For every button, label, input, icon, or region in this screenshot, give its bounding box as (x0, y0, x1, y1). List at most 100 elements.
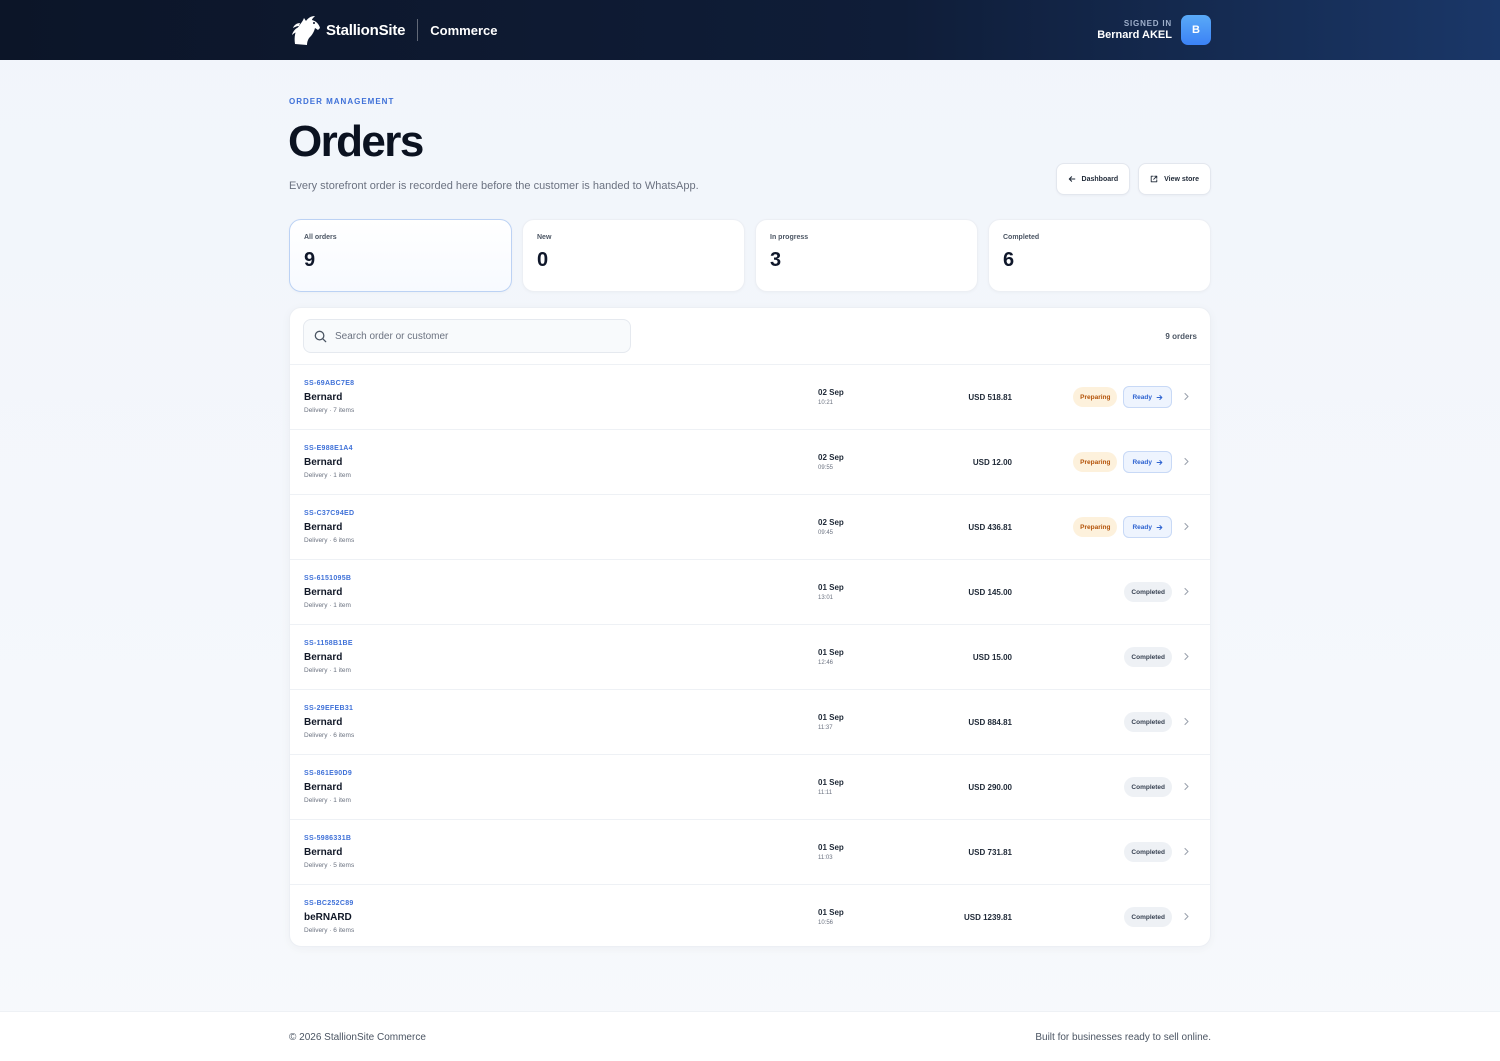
footer-copyright: © 2026 StallionSite Commerce (289, 1032, 426, 1043)
arrow-left-icon (1068, 176, 1075, 182)
order-time: 11:37 (818, 725, 833, 731)
stat-value: 0 (537, 249, 549, 271)
order-time: 13:01 (818, 595, 834, 601)
row-actions: Completed (1124, 841, 1172, 863)
row-actions: Completed (1124, 776, 1172, 798)
signed-in-caption: SIGNED IN (1123, 18, 1172, 28)
row-actions: Completed (1124, 646, 1172, 668)
mark-ready-button[interactable]: Ready (1123, 386, 1172, 408)
external-link-icon (1150, 175, 1158, 183)
search-box[interactable] (303, 319, 631, 353)
mark-ready-button[interactable]: Ready (1123, 451, 1172, 473)
order-time: 10:21 (818, 400, 834, 406)
row-actions: Preparing Ready (1073, 386, 1172, 408)
search-input[interactable] (335, 330, 615, 342)
table-row[interactable]: SS-BC252C89 beRNARD Delivery · 6 items 01 S… (290, 884, 1210, 946)
table-row[interactable]: SS-1158B1BE Bernard Delivery · 1 item 01 Se… (290, 624, 1210, 689)
view-store-button[interactable]: View store (1138, 163, 1211, 195)
order-time: 11:11 (818, 790, 833, 796)
stat-value: 6 (1003, 249, 1015, 271)
order-id[interactable]: SS-E988E1A4 (304, 445, 353, 452)
order-meta: Delivery · 1 item (304, 602, 351, 609)
table-row[interactable]: SS-C37C94ED Bernard Delivery · 6 items 02 S… (290, 494, 1210, 559)
chevron-right-icon[interactable] (1183, 652, 1190, 661)
customer-name: Bernard (304, 717, 343, 728)
order-date: 01 Sep (818, 908, 844, 917)
order-id[interactable]: SS-861E90D9 (304, 770, 352, 777)
customer-name: Bernard (304, 392, 343, 403)
dashboard-button[interactable]: Dashboard (1055, 163, 1131, 195)
order-id[interactable]: SS-1158B1BE (304, 640, 353, 647)
footer: © 2026 StallionSite Commerce Built for b… (0, 1011, 1500, 1061)
view-store-button-label: View store (1164, 175, 1199, 183)
footer-tagline: Built for businesses ready to sell onlin… (1035, 1032, 1211, 1043)
chevron-right-icon[interactable] (1183, 717, 1190, 726)
order-id[interactable]: SS-29EFEB31 (304, 705, 353, 712)
status-badge: Preparing (1073, 517, 1118, 537)
mark-ready-button[interactable]: Ready (1123, 516, 1172, 538)
stat-all-orders[interactable]: All orders 9 (289, 219, 512, 292)
table-row[interactable]: SS-5986331B Bernard Delivery · 5 items 01 S… (290, 819, 1210, 884)
order-meta: Delivery · 6 items (304, 927, 355, 934)
arrow-right-icon (1156, 459, 1163, 465)
avatar[interactable]: B (1181, 15, 1211, 45)
top-bar: StallionSite Commerce SIGNED IN Bernard … (0, 0, 1500, 60)
stat-completed[interactable]: Completed 6 (988, 219, 1211, 292)
user-name: Bernard AKEL (1097, 28, 1172, 41)
order-date: 02 Sep (818, 388, 844, 397)
order-count: 9 orders (1165, 332, 1197, 341)
table-row[interactable]: SS-29EFEB31 Bernard Delivery · 6 items 01 S… (290, 689, 1210, 754)
chevron-right-icon[interactable] (1183, 782, 1190, 791)
chevron-right-icon[interactable] (1183, 587, 1190, 596)
chevron-right-icon[interactable] (1183, 522, 1190, 531)
user-info: SIGNED IN Bernard AKEL (1097, 19, 1172, 42)
order-date: 02 Sep (818, 518, 844, 527)
order-id[interactable]: SS-5986331B (304, 835, 351, 842)
chevron-right-icon[interactable] (1183, 392, 1190, 401)
stat-in-progress[interactable]: In progress 3 (755, 219, 978, 292)
stat-label: All orders (304, 234, 337, 241)
brand-name: StallionSite (326, 21, 406, 39)
arrow-right-icon (1156, 394, 1163, 400)
status-badge: Completed (1124, 582, 1172, 602)
table-row[interactable]: SS-E988E1A4 Bernard Delivery · 1 item 02 Se… (290, 429, 1210, 494)
order-meta: Delivery · 6 items (304, 537, 355, 544)
ready-button-label: Ready (1132, 393, 1152, 401)
brand[interactable]: StallionSite Commerce (289, 12, 497, 48)
order-list: SS-69ABC7E8 Bernard Delivery · 7 items 02 S… (290, 364, 1210, 946)
table-row[interactable]: SS-861E90D9 Bernard Delivery · 1 item 01 Se… (290, 754, 1210, 819)
order-id[interactable]: SS-C37C94ED (304, 510, 354, 517)
customer-name: Bernard (304, 782, 343, 793)
brand-product: Commerce (430, 22, 498, 38)
order-time: 10:56 (818, 920, 834, 926)
order-stats: All orders 9 New 0 In progress 3 Complet… (289, 219, 1211, 292)
order-meta: Delivery · 1 item (304, 667, 351, 674)
order-date: 01 Sep (818, 583, 844, 592)
chevron-right-icon[interactable] (1183, 912, 1190, 921)
order-id[interactable]: SS-BC252C89 (304, 900, 354, 907)
stat-value: 9 (304, 249, 316, 271)
order-id[interactable]: SS-69ABC7E8 (304, 380, 354, 387)
order-amount: USD 884.81 (968, 718, 1012, 727)
stat-label: New (537, 234, 552, 241)
customer-name: Bernard (304, 457, 343, 468)
header-actions: Dashboard View store (1055, 163, 1211, 195)
dashboard-button-label: Dashboard (1081, 175, 1119, 183)
stat-label: In progress (770, 234, 809, 241)
user-menu[interactable]: SIGNED IN Bernard AKEL B (1097, 14, 1211, 46)
brand-divider (417, 19, 419, 41)
row-actions: Preparing Ready (1073, 516, 1172, 538)
chevron-right-icon[interactable] (1183, 847, 1190, 856)
order-amount: USD 731.81 (968, 848, 1012, 857)
row-actions: Completed (1124, 711, 1172, 733)
order-time: 11:03 (818, 855, 833, 861)
stat-new[interactable]: New 0 (522, 219, 745, 292)
table-row[interactable]: SS-6151095B Bernard Delivery · 1 item 01 Se… (290, 559, 1210, 624)
order-meta: Delivery · 1 item (304, 472, 351, 479)
order-meta: Delivery · 5 items (304, 862, 355, 869)
order-id[interactable]: SS-6151095B (304, 575, 351, 582)
order-date: 01 Sep (818, 843, 844, 852)
status-badge: Completed (1124, 647, 1172, 667)
chevron-right-icon[interactable] (1183, 457, 1190, 466)
table-row[interactable]: SS-69ABC7E8 Bernard Delivery · 7 items 02 S… (290, 364, 1210, 429)
